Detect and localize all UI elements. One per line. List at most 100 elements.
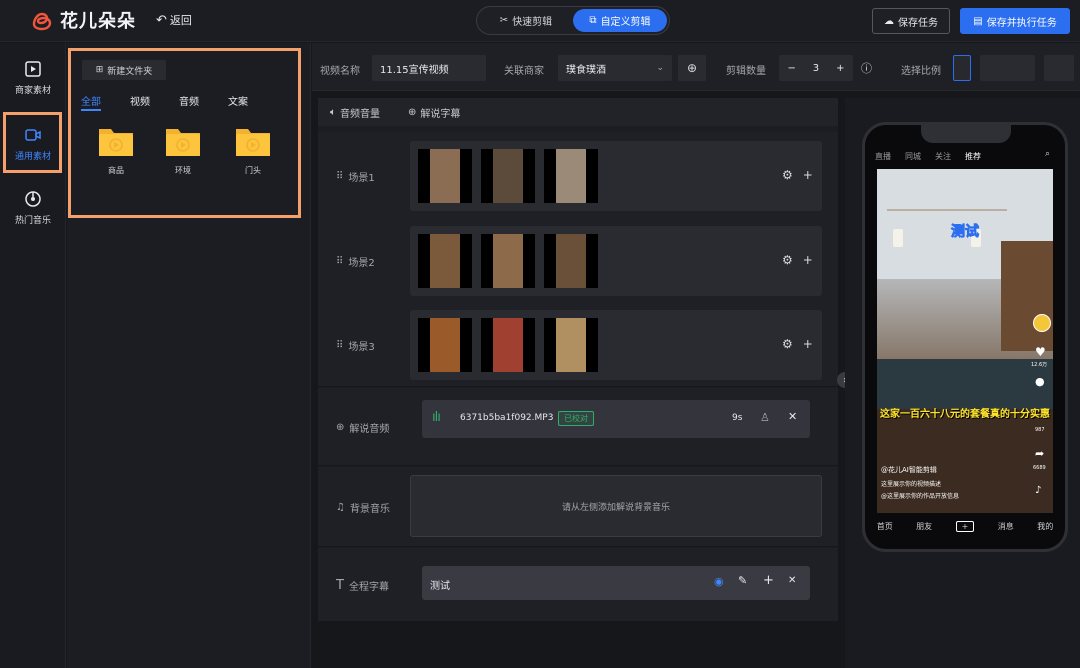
new-folder-label: 新建文件夹 xyxy=(107,66,153,77)
new-folder-button[interactable]: ⊞ 新建文件夹 xyxy=(82,60,166,80)
scene-clips: ⚙ + xyxy=(410,141,822,211)
plus-circle-icon: ⊕ xyxy=(408,107,417,118)
back-button[interactable]: ↶ 返回 xyxy=(156,12,192,28)
folder-item[interactable]: 环境 xyxy=(161,125,205,176)
subtitle-button[interactable]: ⊕ 解说字幕 xyxy=(408,105,460,120)
gear-icon[interactable]: ⚙ xyxy=(782,168,793,182)
scene-actions: ⚙ + xyxy=(782,253,813,267)
info-icon[interactable]: ⓘ xyxy=(861,60,872,76)
logo: 花儿朵朵 xyxy=(30,6,136,34)
clip-thumbnail[interactable] xyxy=(418,318,472,372)
audio-duration: 9s xyxy=(732,413,743,423)
tab-audio[interactable]: 音频 xyxy=(179,93,199,108)
editor-area: 🔈︎ 音频音量 ⊕ 解说字幕 ⠿ 场景1 ⚙ + ⠿ 场景2 ⚙ + ⠿ 场景3… xyxy=(318,98,838,622)
like-count: 12.6万 xyxy=(1031,362,1048,368)
plus-icon[interactable]: + xyxy=(803,253,813,267)
video-desc-1: 这里展示你的视频描述 xyxy=(881,481,942,488)
back-label: 返回 xyxy=(169,14,192,27)
plus-icon[interactable]: + xyxy=(763,573,774,588)
custom-edit-tab[interactable]: ⧉ 自定义剪辑 xyxy=(573,9,667,32)
left-rail: 商家素材 通用素材 热门音乐 xyxy=(0,43,66,668)
merchant-select[interactable]: 璞食璞酒 ⌄ xyxy=(558,55,672,81)
custom-edit-label: 自定义剪辑 xyxy=(600,17,651,28)
edit-icon[interactable]: ✎ xyxy=(738,574,747,587)
tab-video[interactable]: 视频 xyxy=(130,93,150,108)
gear-icon[interactable]: ⚙ xyxy=(782,337,793,351)
close-icon[interactable]: ✕ xyxy=(788,575,796,586)
clip-thumbnail[interactable] xyxy=(481,234,535,288)
clip-thumbnail[interactable] xyxy=(481,318,535,372)
video-square-icon xyxy=(25,61,41,77)
save-run-button[interactable]: ▤ 保存并执行任务 xyxy=(960,8,1070,34)
folder-icon xyxy=(99,129,133,156)
save-task-label: 保存任务 xyxy=(898,17,938,29)
bgm-label: 背景音乐 xyxy=(349,504,390,515)
rail-merchant-label: 商家素材 xyxy=(14,86,51,96)
ratio-label: 选择比例 xyxy=(901,66,941,77)
save-task-button[interactable]: ☁ 保存任务 xyxy=(872,8,950,34)
audio-filename: 6371b5ba1f092.MP3 xyxy=(460,413,554,423)
rail-merchant-material[interactable]: 商家素材 xyxy=(0,49,66,107)
plus-circle-icon: ⊕ xyxy=(336,422,345,433)
bgm-block: ♫ 背景音乐 请从左侧添加解说背景音乐 xyxy=(318,467,838,547)
narration-block: ⊕ 解说音频 ılı 6371b5ba1f092.MP3 已校对 9s ♙ ✕ xyxy=(318,388,838,466)
music-disc-icon: ♪ xyxy=(1035,485,1042,496)
scissors-icon: ✂ xyxy=(499,15,509,26)
caption-label-row: T 全程字幕 xyxy=(336,578,389,593)
settings-bar: 视频名称 11.15宣传视频 关联商家 璞食璞酒 ⌄ ⊕ 剪辑数量 − 3 + … xyxy=(312,43,1080,91)
merchant-value: 璞食璞酒 xyxy=(566,64,606,76)
video-user-name: @花儿AI智能剪辑 xyxy=(881,466,937,474)
drag-handle-icon[interactable]: ⠿ xyxy=(336,171,343,182)
plus-button[interactable]: + xyxy=(836,63,844,74)
scene-row-label: ⠿ 场景2 xyxy=(336,256,375,269)
undo-icon: ↶ xyxy=(156,12,167,28)
user-icon[interactable]: ♙ xyxy=(760,411,770,424)
cut-count-stepper: − 3 + xyxy=(779,55,853,81)
minus-button[interactable]: − xyxy=(787,63,795,74)
clip-thumbnail[interactable] xyxy=(544,234,598,288)
plus-icon[interactable]: + xyxy=(803,337,813,351)
folder-item[interactable]: 商品 xyxy=(94,125,138,176)
quick-edit-tab[interactable]: ✂ 快速剪辑 xyxy=(479,9,573,32)
folder-label: 环境 xyxy=(175,166,191,175)
caption-item[interactable]: 测试 ◉ ✎ + ✕ xyxy=(422,566,810,600)
quick-edit-label: 快速剪辑 xyxy=(512,17,553,28)
folder-label: 门头 xyxy=(245,166,261,175)
eye-icon[interactable]: ◉ xyxy=(714,575,724,588)
tab-copywriting[interactable]: 文案 xyxy=(228,93,248,108)
clip-thumbnail[interactable] xyxy=(418,234,472,288)
narration-label: 解说音频 xyxy=(349,424,390,435)
comment-icon: ● xyxy=(1035,375,1045,388)
clip-thumbnail[interactable] xyxy=(418,149,472,203)
add-merchant-button[interactable]: ⊕ xyxy=(678,55,706,81)
waveform-icon: ılı xyxy=(432,410,441,425)
volume-button[interactable]: 🔈︎ 音频音量 xyxy=(330,105,380,120)
heart-icon: ♥ xyxy=(1035,345,1046,359)
phone-top-tabs: 直播 同城 关注 推荐 xyxy=(875,152,981,161)
ratio-option-vertical[interactable] xyxy=(953,55,971,81)
rail-general-material[interactable]: 通用素材 xyxy=(0,115,66,173)
folder-plus-icon: ⊞ xyxy=(95,65,104,75)
clip-thumbnail[interactable] xyxy=(544,318,598,372)
clip-thumbnail[interactable] xyxy=(544,149,598,203)
clip-thumbnail[interactable] xyxy=(481,149,535,203)
video-name-input[interactable]: 11.15宣传视频 xyxy=(372,55,486,81)
tab-all[interactable]: 全部 xyxy=(81,93,101,108)
gear-icon[interactable]: ⚙ xyxy=(782,253,793,267)
drag-handle-icon[interactable]: ⠿ xyxy=(336,256,343,267)
ratio-option-square[interactable] xyxy=(1044,55,1074,81)
active-tab-underline xyxy=(81,109,101,111)
share-count: 6689 xyxy=(1033,465,1046,471)
plus-icon[interactable]: + xyxy=(803,168,813,182)
drag-handle-icon[interactable]: ⠿ xyxy=(336,340,343,351)
subtitle-label: 解说字幕 xyxy=(420,109,461,120)
folder-item[interactable]: 门头 xyxy=(231,125,275,176)
rail-hot-music[interactable]: 热门音乐 xyxy=(0,179,66,237)
editor-toolbar: 🔈︎ 音频音量 ⊕ 解说字幕 xyxy=(318,98,838,126)
share-icon: ➦ xyxy=(1035,447,1045,460)
bgm-dropzone[interactable]: 请从左侧添加解说背景音乐 xyxy=(410,475,822,537)
overlay-subtitle-text: 这家一百六十八元的套餐真的十分实惠 xyxy=(880,409,1050,420)
close-icon[interactable]: ✕ xyxy=(788,410,797,423)
ratio-option-horizontal[interactable] xyxy=(980,55,1035,81)
narration-audio-item[interactable]: ılı 6371b5ba1f092.MP3 已校对 9s ♙ ✕ xyxy=(422,400,810,438)
